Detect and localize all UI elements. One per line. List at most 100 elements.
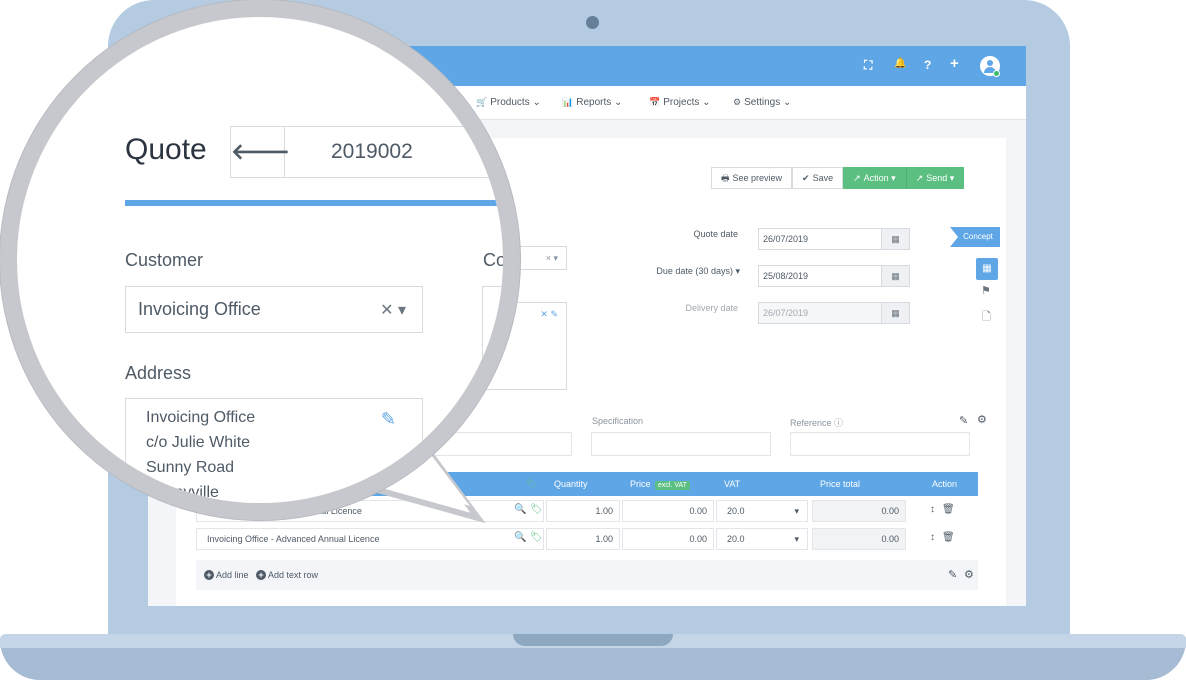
vat-value: 20.0: [727, 534, 745, 544]
due-date-label-text: Due date (30 days): [656, 266, 733, 276]
action-button[interactable]: ↗ Action ▾: [843, 167, 906, 189]
price-header: Price excl. VAT: [630, 479, 690, 490]
laptop-camera: [586, 16, 599, 29]
online-status-dot: [993, 70, 1000, 77]
laptop-notch: [513, 634, 673, 646]
trash-icon[interactable]: 🗑: [942, 532, 955, 543]
address-line: Invoicing Office: [146, 409, 256, 426]
delivery-date-label: Delivery date: [685, 303, 738, 313]
nav-item-settings[interactable]: ⚙ Settings ⌄: [733, 97, 791, 108]
bell-icon[interactable]: 🔔: [894, 58, 906, 69]
vat-select[interactable]: 20.0 ▾: [716, 528, 808, 550]
search-icon[interactable]: 🔍: [514, 532, 526, 543]
caret-down-icon: ▾: [891, 173, 896, 183]
send-label: Send: [926, 173, 948, 183]
reorder-icon[interactable]: ↕: [930, 504, 935, 515]
price-total-value: 0.00: [812, 500, 906, 522]
tag-icon: 🏷: [526, 479, 538, 489]
chevron-down-icon: ⌄: [532, 97, 541, 108]
pencil-icon[interactable]: ✎: [959, 414, 968, 427]
clear-icon[interactable]: ✕: [540, 309, 548, 319]
arrow-left-icon[interactable]: 🡐: [231, 127, 290, 177]
send-button[interactable]: ↗ Send ▾: [905, 167, 965, 189]
external-link-icon: ↗: [853, 173, 861, 183]
plus-circle-icon: +: [204, 570, 214, 580]
quantity-input[interactable]: 1.00: [546, 528, 620, 550]
due-date-label[interactable]: Due date (30 days) ▾: [618, 266, 740, 277]
caret-down-icon: ▾: [794, 534, 799, 544]
caret-down-icon: ▾: [397, 302, 406, 319]
price-input[interactable]: 0.00: [622, 528, 714, 550]
title-divider: [125, 200, 503, 206]
chevron-down-icon: ⌄: [702, 97, 711, 108]
nav-item-label: Projects: [663, 97, 700, 108]
quote-number-nav: 🡐 2019002: [230, 126, 503, 178]
calendar-icon[interactable]: ▦: [881, 229, 909, 249]
vat-value: 20.0: [727, 506, 745, 516]
info-icon: ⓘ: [834, 418, 844, 428]
delivery-date-input: 26/07/2019 ▦: [758, 302, 910, 324]
reorder-icon[interactable]: ↕: [930, 532, 935, 543]
quantity-input[interactable]: 1.00: [546, 500, 620, 522]
customer-select[interactable]: Invoicing Office ✕ ▾: [125, 286, 423, 333]
address-label: Address: [125, 363, 192, 383]
due-date-value: 25/08/2019: [763, 271, 809, 281]
caret-down-icon: ▾: [949, 173, 955, 183]
reference-input[interactable]: [790, 432, 970, 456]
document-icon[interactable]: 🗋: [982, 308, 991, 327]
calendar-icon[interactable]: ▦: [976, 258, 998, 280]
external-link-icon: ↗: [915, 173, 924, 183]
clear-icon[interactable]: ×: [546, 253, 551, 263]
tag-icon[interactable]: 🏷: [530, 532, 543, 543]
calendar-icon[interactable]: ▦: [881, 266, 909, 286]
see-preview-button[interactable]: 🖶 See preview: [711, 167, 793, 189]
specification-input[interactable]: [591, 432, 771, 456]
pencil-icon[interactable]: ✎: [948, 568, 957, 581]
magnifier-lens: Quote 🡐 2019002 Customer Co Invoicing Of…: [0, 0, 520, 520]
price-total-value: 0.00: [812, 528, 906, 550]
add-line-button[interactable]: + Add line: [204, 570, 249, 580]
price-input[interactable]: 0.00: [622, 500, 714, 522]
address-box: Invoicing Office c/o Julie White Sunny R…: [125, 398, 423, 503]
flag-icon[interactable]: ⚑: [981, 284, 991, 297]
product-input[interactable]: Invoicing Office - Advanced Annual Licen…: [196, 528, 544, 550]
save-label: Save: [812, 173, 834, 183]
pencil-icon[interactable]: ✎: [550, 309, 558, 319]
caret-down-icon: ▾: [553, 253, 558, 263]
action-label: Action: [863, 173, 889, 183]
product-name: Invoicing Office - Advanced Annual Licen…: [207, 534, 380, 544]
fullscreen-icon[interactable]: ⛶: [864, 58, 872, 73]
table-footer: + Add line + Add text row ✎ ⚙: [196, 560, 978, 590]
price-total-header: Price total: [820, 479, 861, 489]
address-line: c/o Julie White: [146, 434, 251, 451]
pencil-icon[interactable]: ✎: [381, 409, 396, 430]
trash-icon[interactable]: 🗑: [942, 504, 955, 515]
see-preview-label: See preview: [732, 173, 783, 183]
quote-date-input[interactable]: 26/07/2019 ▦: [758, 228, 910, 250]
table-row: Invoicing Office - Advanced Annual Licen…: [196, 526, 978, 552]
tag-icon[interactable]: 🏷: [530, 504, 543, 515]
address-line: Sunnyville: [146, 484, 219, 501]
add-line-label: Add line: [216, 570, 249, 580]
gear-icon[interactable]: ⚙: [977, 413, 987, 426]
calendar-icon: ▦: [881, 303, 909, 323]
save-button[interactable]: ✔ Save: [792, 167, 844, 189]
nav-item-reports[interactable]: 📊 Reports ⌄: [562, 97, 622, 108]
gear-icon[interactable]: ⚙: [964, 568, 974, 581]
nav-item-projects[interactable]: 📅 Projects ⌄: [649, 97, 711, 108]
add-text-row-button[interactable]: + Add text row: [256, 570, 318, 580]
calendar-icon: 📅: [649, 97, 661, 107]
vat-header: VAT: [724, 479, 741, 489]
help-icon[interactable]: ?: [924, 58, 931, 72]
plus-icon[interactable]: +: [950, 55, 959, 72]
add-text-row-label: Add text row: [268, 570, 319, 580]
quote-number: 2019002: [331, 140, 413, 163]
caret-down-icon: ▾: [735, 266, 740, 276]
laptop-mockup: ⛶ 🔔 ? + 🛒 Products ⌄ 📊 Reports ⌄ 📅 Projects…: [0, 0, 1186, 680]
nav-item-label: Reports: [576, 97, 612, 108]
search-icon[interactable]: 🔍: [514, 504, 526, 515]
due-date-input[interactable]: 25/08/2019 ▦: [758, 265, 910, 287]
vat-select[interactable]: 20.0 ▾: [716, 500, 808, 522]
clear-icon[interactable]: ✕: [380, 302, 393, 319]
quote-date-label: Quote date: [693, 229, 738, 239]
